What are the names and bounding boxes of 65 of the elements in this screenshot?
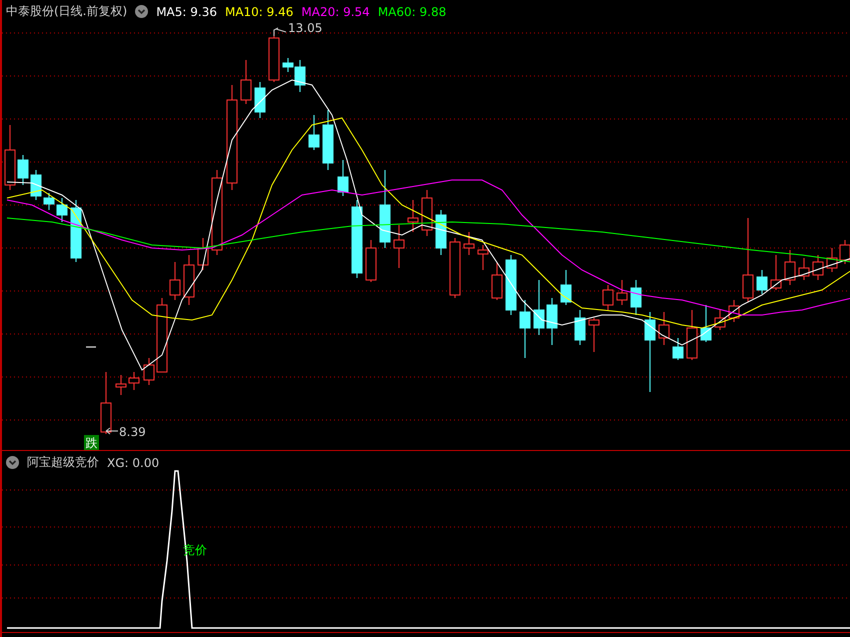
dropdown-icon[interactable] — [135, 5, 148, 18]
candlestick — [602, 284, 614, 310]
dropdown-icon[interactable] — [6, 456, 19, 469]
candlestick — [798, 258, 810, 280]
candlestick — [714, 310, 726, 330]
candlestick — [686, 310, 698, 360]
candlestick — [826, 248, 838, 272]
candlestick — [436, 210, 446, 256]
candlestick — [520, 300, 530, 358]
low-price-label: 8.39 — [119, 425, 146, 439]
candlestick — [812, 254, 824, 280]
chart-title: 中泰股份(日线.前复权) — [6, 3, 128, 20]
candlestick — [450, 238, 460, 298]
candlestick — [408, 200, 418, 232]
candlestick — [672, 338, 684, 360]
indicator-title: 阿宝超级竞价 — [27, 454, 99, 471]
indicator-value: MA5: 9.36 — [156, 4, 217, 18]
candlestick — [770, 254, 782, 290]
indicator-value: MA20: 9.54 — [301, 4, 370, 18]
candlestick — [574, 310, 586, 346]
candlestick — [394, 224, 404, 268]
candlestick — [338, 160, 348, 196]
pointer-arrow-icon — [106, 428, 118, 434]
candlestick — [128, 372, 140, 390]
candlestick — [308, 114, 320, 150]
candlestick — [756, 270, 768, 294]
candlestick — [700, 304, 712, 342]
candlestick — [268, 36, 280, 82]
candlestick — [630, 280, 642, 316]
candlestick — [198, 238, 208, 270]
candlestick — [254, 82, 266, 118]
candlestick — [70, 200, 82, 262]
candlestick — [728, 300, 740, 322]
indicator-value: MA60: 9.88 — [378, 4, 446, 18]
candlestick — [56, 198, 68, 222]
candlestick — [44, 192, 54, 210]
candlestick — [784, 250, 796, 286]
candlestick — [506, 254, 516, 316]
candlestick — [658, 312, 670, 346]
candlestick — [546, 298, 558, 346]
candlestick — [366, 240, 376, 282]
candlestick — [144, 358, 154, 386]
candlestick — [492, 262, 502, 300]
signal-marker: 跌 — [84, 435, 99, 450]
indicator-reading: XG: 0.00 — [107, 456, 160, 470]
candlestick — [464, 232, 474, 256]
candlestick — [170, 262, 180, 300]
candlestick — [4, 124, 16, 190]
candlestick — [478, 244, 488, 270]
candlestick — [534, 280, 544, 336]
candlestick — [422, 190, 432, 236]
candlestick — [18, 154, 28, 186]
candlestick — [588, 318, 600, 352]
pointer-arrow-icon — [274, 28, 286, 36]
high-price-label: 13.05 — [288, 21, 322, 35]
candlestick — [616, 280, 628, 306]
candlestick — [560, 270, 572, 306]
candlestick — [100, 372, 112, 434]
indicator-value: MA10: 9.46 — [224, 4, 294, 18]
dash-mark — [86, 346, 96, 348]
candlestick — [116, 374, 126, 396]
candlestick — [184, 254, 194, 306]
candlestick — [240, 60, 252, 104]
candlestick — [322, 110, 334, 170]
candlestick — [30, 170, 42, 200]
